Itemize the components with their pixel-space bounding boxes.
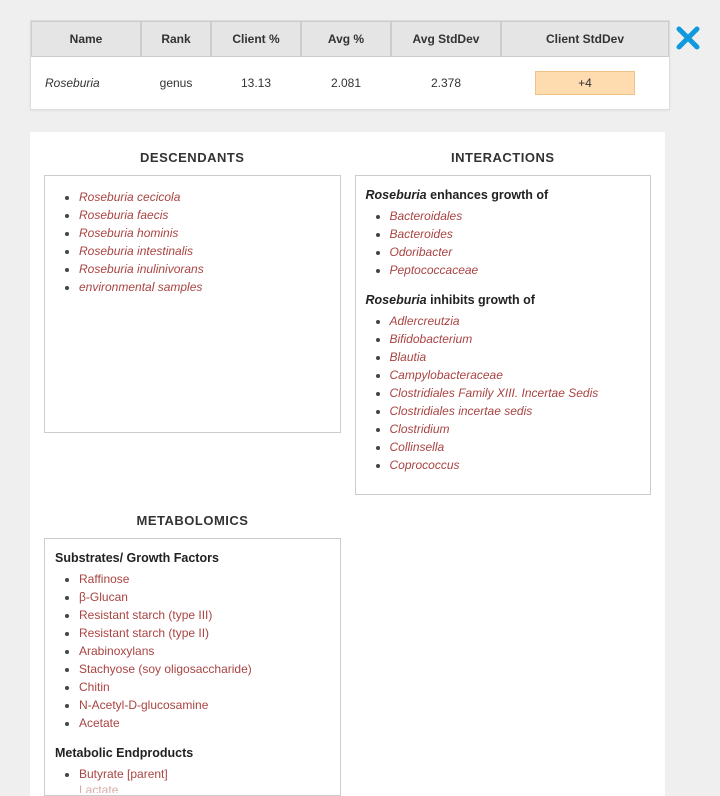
th-avg-stddev: Avg StdDev (391, 21, 501, 57)
metabolomics-title: METABOLOMICS (44, 509, 341, 538)
list-item: Peptococcaceae (390, 261, 641, 279)
enhances-heading: Roseburia enhances growth of (366, 188, 641, 202)
link[interactable]: Stachyose (soy oligosaccharide) (79, 662, 252, 676)
list-item: Clostridium (390, 420, 641, 438)
link[interactable]: Clostridiales Family XIII. Incertae Sedi… (390, 386, 599, 400)
link[interactable]: Acetate (79, 716, 120, 730)
list-item: β-Glucan (79, 588, 330, 606)
list-item: Acetate (79, 714, 330, 732)
link[interactable]: Roseburia inulinivorans (79, 262, 204, 276)
interactions-panel: INTERACTIONS Roseburia enhances growth o… (355, 146, 652, 495)
content-area: DESCENDANTS Roseburia cecicolaRoseburia … (30, 132, 665, 796)
list-item: Roseburia hominis (79, 224, 330, 242)
link[interactable]: Clostridiales incertae sedis (390, 404, 533, 418)
list-item: Bacteroides (390, 225, 641, 243)
list-item: Resistant starch (type II) (79, 624, 330, 642)
list-item: Resistant starch (type III) (79, 606, 330, 624)
cell-client-stddev: +4 (501, 57, 669, 109)
cell-avg-stddev: 2.378 (391, 57, 501, 109)
link[interactable]: Roseburia faecis (79, 208, 168, 222)
cell-name: Roseburia (31, 57, 141, 109)
cell-rank: genus (141, 57, 211, 109)
list-item: Butyrate [parent] (79, 765, 330, 783)
list-item: Raffinose (79, 570, 330, 588)
link[interactable]: Clostridium (390, 422, 450, 436)
descendants-panel: DESCENDANTS Roseburia cecicolaRoseburia … (44, 146, 341, 495)
link[interactable]: Adlercreutzia (390, 314, 460, 328)
list-item: Roseburia intestinalis (79, 242, 330, 260)
client-stddev-badge: +4 (535, 71, 635, 95)
inhibits-list: Adlercreutzia Bifidobacterium Blautia Campy… (366, 312, 641, 474)
link[interactable]: Butyrate [parent] (79, 767, 168, 781)
substrates-list: Raffinose β-Glucan Resistant starch (type … (55, 570, 330, 732)
link[interactable]: Campylobacteraceae (390, 368, 503, 382)
list-item: Stachyose (soy oligosaccharide) (79, 660, 330, 678)
link[interactable]: Resistant starch (type II) (79, 626, 209, 640)
summary-table: Name Rank Client % Avg % Avg StdDev Clie… (30, 20, 670, 110)
list-item: Collinsella (390, 438, 641, 456)
link[interactable]: Roseburia hominis (79, 226, 178, 240)
th-name: Name (31, 21, 141, 57)
link[interactable]: Collinsella (390, 440, 445, 454)
list-item: Roseburia inulinivorans (79, 260, 330, 278)
th-rank: Rank (141, 21, 211, 57)
link[interactable]: Chitin (79, 680, 110, 694)
descendants-title: DESCENDANTS (44, 146, 341, 175)
link[interactable]: N-Acetyl-D-glucosamine (79, 698, 208, 712)
list-item: Chitin (79, 678, 330, 696)
th-client-pct: Client % (211, 21, 301, 57)
th-avg-pct: Avg % (301, 21, 391, 57)
cutoff-fade: Lactate (55, 783, 330, 793)
table-row: Roseburia genus 13.13 2.081 2.378 +4 (31, 57, 669, 109)
list-item: Campylobacteraceae (390, 366, 641, 384)
list-item: Roseburia cecicola (79, 188, 330, 206)
link[interactable]: Bacteroides (390, 227, 453, 241)
link[interactable]: Blautia (390, 350, 427, 364)
list-item: N-Acetyl-D-glucosamine (79, 696, 330, 714)
list-item: Clostridiales incertae sedis (390, 402, 641, 420)
link[interactable]: Odoribacter (390, 245, 453, 259)
list-item: environmental samples (79, 278, 330, 296)
substrates-heading: Substrates/ Growth Factors (55, 551, 330, 565)
list-item: Coprococcus (390, 456, 641, 474)
th-client-stddev: Client StdDev (501, 21, 669, 57)
link[interactable]: Raffinose (79, 572, 129, 586)
endproducts-heading: Metabolic Endproducts (55, 746, 330, 760)
link[interactable]: environmental samples (79, 280, 202, 294)
cell-avg-pct: 2.081 (301, 57, 391, 109)
list-item: Odoribacter (390, 243, 641, 261)
list-item: Bifidobacterium (390, 330, 641, 348)
link[interactable]: β-Glucan (79, 590, 128, 604)
link[interactable]: Resistant starch (type III) (79, 608, 212, 622)
link[interactable]: Coprococcus (390, 458, 460, 472)
link[interactable]: Bacteroidales (390, 209, 463, 223)
link[interactable]: Roseburia cecicola (79, 190, 180, 204)
list-item: Arabinoxylans (79, 642, 330, 660)
link[interactable]: Peptococcaceae (390, 263, 479, 277)
inhibits-heading: Roseburia inhibits growth of (366, 293, 641, 307)
metabolomics-panel: METABOLOMICS Substrates/ Growth Factors … (44, 509, 341, 796)
list-item: Bacteroidales (390, 207, 641, 225)
descendants-list: Roseburia cecicola Roseburia faecis Rosebu… (55, 188, 330, 296)
close-icon[interactable] (674, 24, 702, 52)
link[interactable]: Arabinoxylans (79, 644, 154, 658)
enhances-list: Bacteroidales Bacteroides Odoribacter Pepto… (366, 207, 641, 279)
interactions-title: INTERACTIONS (355, 146, 652, 175)
list-item: Adlercreutzia (390, 312, 641, 330)
link[interactable]: Roseburia intestinalis (79, 244, 193, 258)
link[interactable]: Bifidobacterium (390, 332, 473, 346)
list-item: Roseburia faecis (79, 206, 330, 224)
cell-client-pct: 13.13 (211, 57, 301, 109)
list-item: Clostridiales Family XIII. Incertae Sedi… (390, 384, 641, 402)
list-item: Blautia (390, 348, 641, 366)
endproducts-list: Butyrate [parent] (55, 765, 330, 783)
